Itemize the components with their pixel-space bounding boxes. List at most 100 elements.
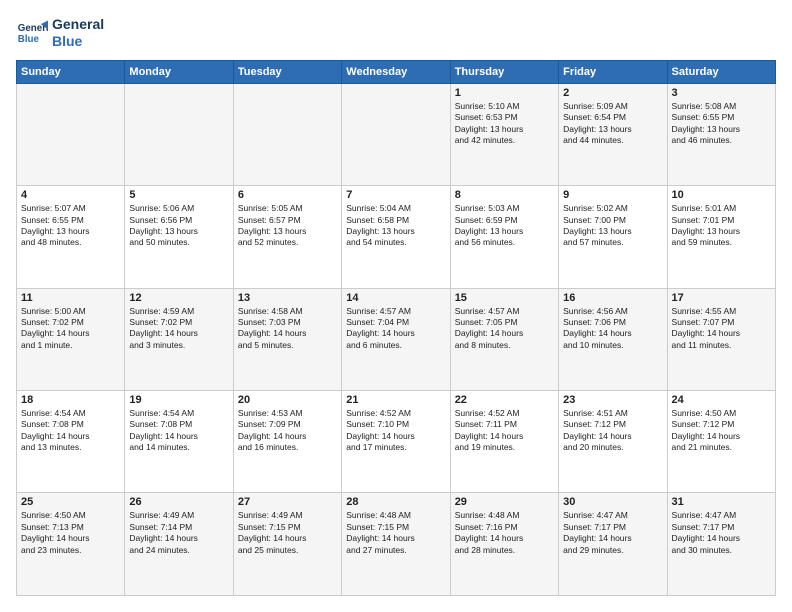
day-number: 13 <box>238 292 337 304</box>
calendar-day-3: 3Sunrise: 5:08 AM Sunset: 6:55 PM Daylig… <box>667 83 775 185</box>
calendar-week-row: 1 Sunrise: 5:10 AM Sunset: 6:53 PM Daylig… <box>17 83 776 185</box>
calendar-day-8: 8 Sunrise: 5:03 AM Sunset: 6:59 PM Daylig… <box>450 186 558 288</box>
calendar-day-1: 1 Sunrise: 5:10 AM Sunset: 6:53 PM Daylig… <box>450 83 558 185</box>
weekday-header-wednesday: Wednesday <box>342 60 450 83</box>
svg-text:Blue: Blue <box>18 34 40 45</box>
calendar-day-21: 21Sunrise: 4:52 AM Sunset: 7:10 PM Dayli… <box>342 391 450 493</box>
calendar-day-19: 19 Sunrise: 4:54 AM Sunset: 7:08 PM Dayli… <box>125 391 233 493</box>
day-info: Sunrise: 5:04 AM Sunset: 6:58 PM Dayligh… <box>346 203 445 249</box>
day-number: 11 <box>21 292 120 304</box>
day-number: 24 <box>672 394 771 406</box>
day-info: Sunrise: 4:49 AM Sunset: 7:14 PM Dayligh… <box>129 510 228 556</box>
day-info: Sunrise: 4:47 AM Sunset: 7:17 PM Dayligh… <box>563 510 662 556</box>
calendar-day-26: 26 Sunrise: 4:49 AM Sunset: 7:14 PM Dayli… <box>125 493 233 596</box>
calendar-day-17: 17 Sunrise: 4:55 AM Sunset: 7:07 PM Dayli… <box>667 288 775 390</box>
calendar-day-13: 13 Sunrise: 4:58 AM Sunset: 7:03 PM Dayli… <box>233 288 341 390</box>
logo-icon: General Blue <box>16 17 48 49</box>
day-info: Sunrise: 4:59 AM Sunset: 7:02 PM Dayligh… <box>129 306 228 352</box>
calendar-week-row: 4 Sunrise: 5:07 AM Sunset: 6:55 PM Daylig… <box>17 186 776 288</box>
calendar-empty-cell <box>125 83 233 185</box>
day-info: Sunrise: 4:47 AM Sunset: 7:17 PM Dayligh… <box>672 510 771 556</box>
day-number: 5 <box>129 189 228 201</box>
day-info: Sunrise: 4:56 AM Sunset: 7:06 PM Dayligh… <box>563 306 662 352</box>
day-info: Sunrise: 5:02 AM Sunset: 7:00 PM Dayligh… <box>563 203 662 249</box>
day-number: 20 <box>238 394 337 406</box>
day-number: 22 <box>455 394 554 406</box>
day-number: 8 <box>455 189 554 201</box>
day-info: Sunrise: 5:03 AM Sunset: 6:59 PM Dayligh… <box>455 203 554 249</box>
day-number: 1 <box>455 87 554 99</box>
calendar-week-row: 11 Sunrise: 5:00 AM Sunset: 7:02 PM Dayli… <box>17 288 776 390</box>
weekday-header-monday: Monday <box>125 60 233 83</box>
day-info: Sunrise: 4:49 AM Sunset: 7:15 PM Dayligh… <box>238 510 337 556</box>
calendar-day-24: 24Sunrise: 4:50 AM Sunset: 7:12 PM Dayli… <box>667 391 775 493</box>
logo: General Blue General Blue <box>16 16 104 50</box>
day-number: 30 <box>563 496 662 508</box>
day-number: 14 <box>346 292 445 304</box>
day-number: 16 <box>563 292 662 304</box>
day-info: Sunrise: 4:58 AM Sunset: 7:03 PM Dayligh… <box>238 306 337 352</box>
logo-general: General <box>52 16 104 33</box>
day-info: Sunrise: 5:06 AM Sunset: 6:56 PM Dayligh… <box>129 203 228 249</box>
day-number: 25 <box>21 496 120 508</box>
weekday-header-saturday: Saturday <box>667 60 775 83</box>
weekday-header-tuesday: Tuesday <box>233 60 341 83</box>
day-number: 7 <box>346 189 445 201</box>
calendar-day-23: 23 Sunrise: 4:51 AM Sunset: 7:12 PM Dayli… <box>559 391 667 493</box>
calendar-day-16: 16 Sunrise: 4:56 AM Sunset: 7:06 PM Dayli… <box>559 288 667 390</box>
page: General Blue General Blue SundayMondayTu… <box>0 0 792 612</box>
calendar-day-2: 2Sunrise: 5:09 AM Sunset: 6:54 PM Daylig… <box>559 83 667 185</box>
day-number: 23 <box>563 394 662 406</box>
day-number: 18 <box>21 394 120 406</box>
day-number: 2 <box>563 87 662 99</box>
day-info: Sunrise: 4:57 AM Sunset: 7:04 PM Dayligh… <box>346 306 445 352</box>
day-info: Sunrise: 4:53 AM Sunset: 7:09 PM Dayligh… <box>238 408 337 454</box>
day-info: Sunrise: 5:07 AM Sunset: 6:55 PM Dayligh… <box>21 203 120 249</box>
day-number: 17 <box>672 292 771 304</box>
weekday-header-row: SundayMondayTuesdayWednesdayThursdayFrid… <box>17 60 776 83</box>
calendar-day-7: 7 Sunrise: 5:04 AM Sunset: 6:58 PM Daylig… <box>342 186 450 288</box>
day-info: Sunrise: 5:10 AM Sunset: 6:53 PM Dayligh… <box>455 101 554 147</box>
calendar-day-11: 11 Sunrise: 5:00 AM Sunset: 7:02 PM Dayli… <box>17 288 125 390</box>
day-info: Sunrise: 4:54 AM Sunset: 7:08 PM Dayligh… <box>21 408 120 454</box>
day-info: Sunrise: 4:57 AM Sunset: 7:05 PM Dayligh… <box>455 306 554 352</box>
day-number: 4 <box>21 189 120 201</box>
calendar-day-4: 4 Sunrise: 5:07 AM Sunset: 6:55 PM Daylig… <box>17 186 125 288</box>
weekday-header-friday: Friday <box>559 60 667 83</box>
day-number: 26 <box>129 496 228 508</box>
calendar-day-9: 9Sunrise: 5:02 AM Sunset: 7:00 PM Daylig… <box>559 186 667 288</box>
calendar-week-row: 18 Sunrise: 4:54 AM Sunset: 7:08 PM Dayli… <box>17 391 776 493</box>
day-info: Sunrise: 4:48 AM Sunset: 7:15 PM Dayligh… <box>346 510 445 556</box>
day-info: Sunrise: 4:52 AM Sunset: 7:11 PM Dayligh… <box>455 408 554 454</box>
day-info: Sunrise: 5:01 AM Sunset: 7:01 PM Dayligh… <box>672 203 771 249</box>
day-info: Sunrise: 5:05 AM Sunset: 6:57 PM Dayligh… <box>238 203 337 249</box>
day-number: 15 <box>455 292 554 304</box>
weekday-header-thursday: Thursday <box>450 60 558 83</box>
day-number: 19 <box>129 394 228 406</box>
day-info: Sunrise: 5:00 AM Sunset: 7:02 PM Dayligh… <box>21 306 120 352</box>
calendar-day-5: 5 Sunrise: 5:06 AM Sunset: 6:56 PM Daylig… <box>125 186 233 288</box>
day-info: Sunrise: 5:08 AM Sunset: 6:55 PM Dayligh… <box>672 101 771 147</box>
day-number: 12 <box>129 292 228 304</box>
calendar-day-27: 27 Sunrise: 4:49 AM Sunset: 7:15 PM Dayli… <box>233 493 341 596</box>
day-number: 27 <box>238 496 337 508</box>
day-info: Sunrise: 4:55 AM Sunset: 7:07 PM Dayligh… <box>672 306 771 352</box>
calendar-day-10: 10Sunrise: 5:01 AM Sunset: 7:01 PM Dayli… <box>667 186 775 288</box>
day-number: 31 <box>672 496 771 508</box>
calendar-day-22: 22 Sunrise: 4:52 AM Sunset: 7:11 PM Dayli… <box>450 391 558 493</box>
day-info: Sunrise: 4:54 AM Sunset: 7:08 PM Dayligh… <box>129 408 228 454</box>
day-number: 6 <box>238 189 337 201</box>
calendar-empty-cell <box>17 83 125 185</box>
calendar-day-6: 6 Sunrise: 5:05 AM Sunset: 6:57 PM Daylig… <box>233 186 341 288</box>
calendar-table: SundayMondayTuesdayWednesdayThursdayFrid… <box>16 60 776 596</box>
calendar-day-29: 29Sunrise: 4:48 AM Sunset: 7:16 PM Dayli… <box>450 493 558 596</box>
day-info: Sunrise: 4:52 AM Sunset: 7:10 PM Dayligh… <box>346 408 445 454</box>
calendar-day-18: 18 Sunrise: 4:54 AM Sunset: 7:08 PM Dayli… <box>17 391 125 493</box>
calendar-day-20: 20 Sunrise: 4:53 AM Sunset: 7:09 PM Dayli… <box>233 391 341 493</box>
header: General Blue General Blue <box>16 16 776 50</box>
day-info: Sunrise: 4:51 AM Sunset: 7:12 PM Dayligh… <box>563 408 662 454</box>
calendar-day-30: 30 Sunrise: 4:47 AM Sunset: 7:17 PM Dayli… <box>559 493 667 596</box>
weekday-header-sunday: Sunday <box>17 60 125 83</box>
calendar-day-25: 25Sunrise: 4:50 AM Sunset: 7:13 PM Dayli… <box>17 493 125 596</box>
day-info: Sunrise: 4:48 AM Sunset: 7:16 PM Dayligh… <box>455 510 554 556</box>
